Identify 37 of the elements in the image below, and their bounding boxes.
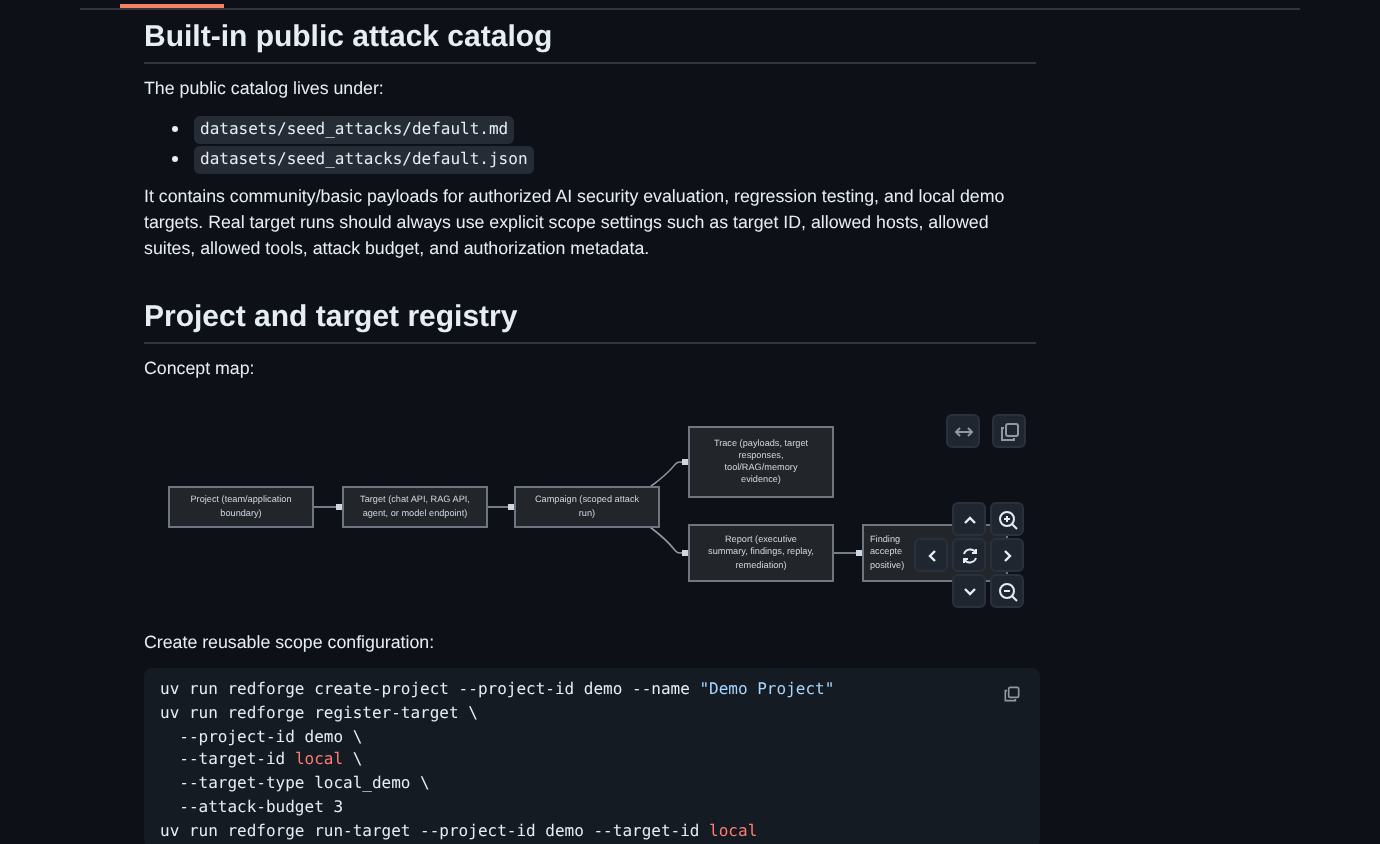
section-heading: Built-in public attack catalog <box>144 18 1036 64</box>
zoom-out-icon <box>995 579 1019 603</box>
fit-width-button[interactable] <box>946 414 980 448</box>
code-line: uv run redforge register-target \ <box>160 701 478 726</box>
pan-left-button[interactable] <box>914 538 948 572</box>
paragraph: It contains community/basic payloads for authorized AI security evaluation, regression testing, and local demo targets. Real target runs should always use explicit scope settings such as target ID, allowed hosts, allowed suites, allowed tools, attack budget, and authorization metadata. <box>144 184 1007 262</box>
pan-up-button[interactable] <box>952 502 986 536</box>
reset-view-button[interactable] <box>952 538 986 572</box>
code-line: --target-type local_demo \ <box>177 772 430 796</box>
bullet-icon <box>172 126 178 132</box>
zoom-in-button[interactable] <box>990 502 1024 536</box>
bullet-icon <box>172 156 178 162</box>
tab-indicator <box>120 4 224 8</box>
paragraph: The public catalog lives under: <box>144 76 386 102</box>
connector-arrow <box>833 550 862 556</box>
inline-code: datasets/seed_attacks/default.json <box>194 145 534 173</box>
pan-right-button[interactable] <box>990 538 1024 572</box>
paragraph: Concept map: <box>144 356 257 382</box>
code-line: --project-id demo \ <box>177 725 363 749</box>
pan-down-button[interactable] <box>952 574 986 608</box>
copy-button[interactable] <box>992 414 1026 448</box>
connector-arrow <box>649 459 688 488</box>
copy-icon[interactable] <box>1002 684 1022 704</box>
paragraph: Create reusable scope configuration: <box>144 630 437 656</box>
code-line: uv run redforge create-project --project-id demo --name "Demo Project" <box>160 678 835 702</box>
connector-arrow <box>649 526 688 556</box>
inline-code: datasets/seed_attacks/default.md <box>194 115 515 143</box>
connector-arrow <box>487 504 514 510</box>
code-line: --attack-budget 3 <box>177 795 344 820</box>
zoom-in-icon <box>995 507 1019 531</box>
code-line: uv run redforge run-target --project-id demo --target-id local <box>160 819 758 844</box>
code-line: --target-id local \ <box>177 748 363 773</box>
connector-arrow <box>313 504 342 510</box>
section-heading: Project and target registry <box>144 298 1036 344</box>
zoom-out-button[interactable] <box>990 574 1024 608</box>
refresh-icon <box>957 543 981 567</box>
copy-icon <box>997 419 1021 443</box>
